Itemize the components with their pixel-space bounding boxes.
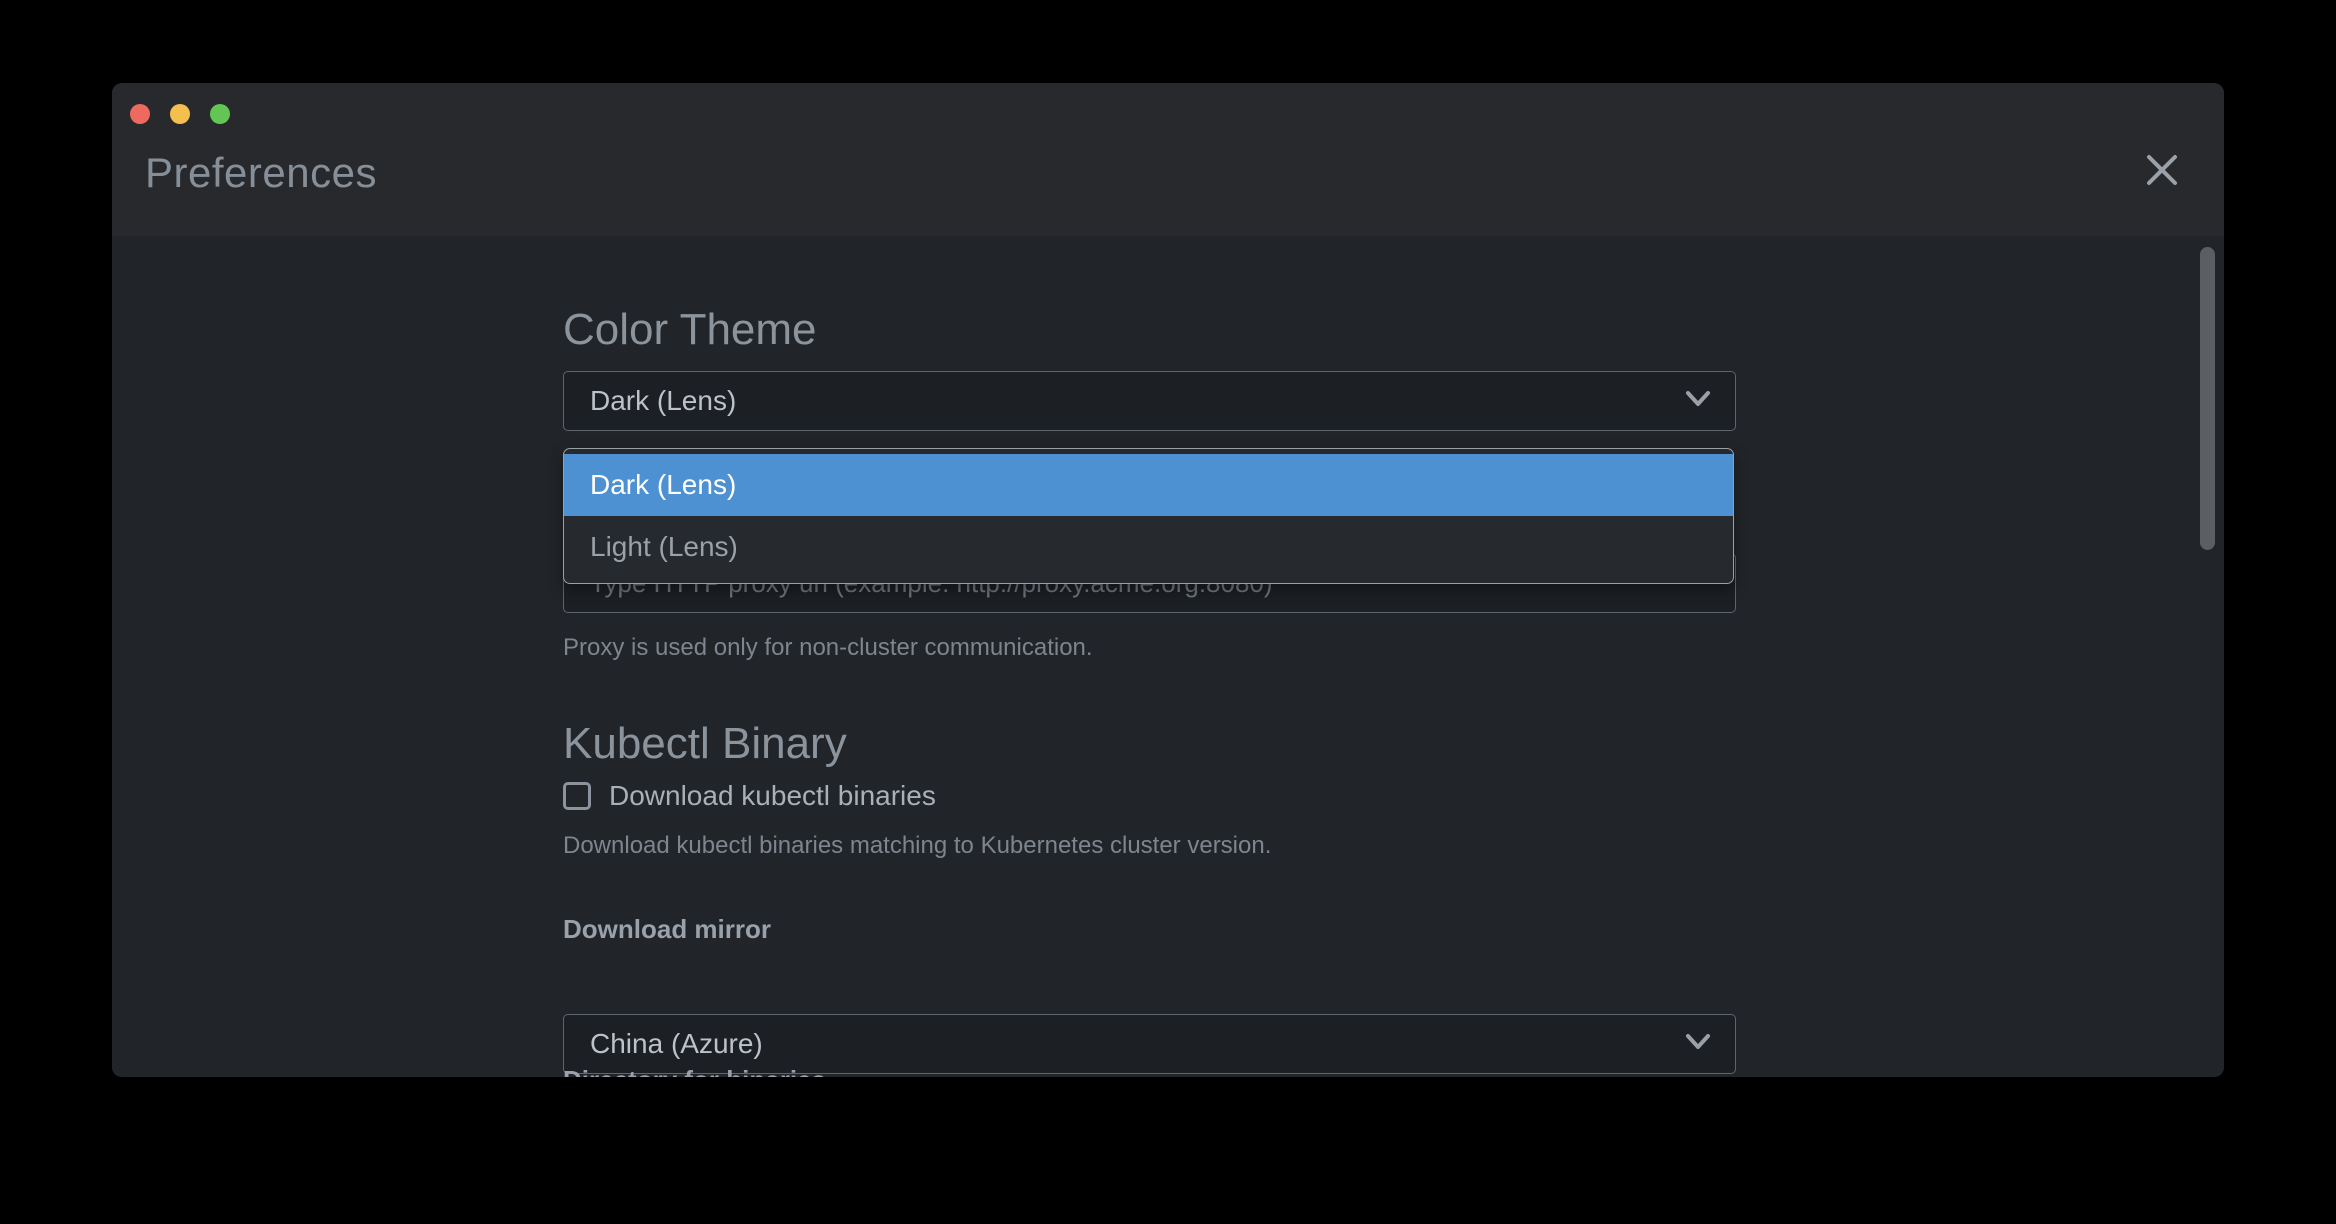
dropdown-option-label: Light (Lens): [590, 531, 738, 563]
close-icon: [2143, 151, 2181, 192]
page-title: Preferences: [145, 149, 377, 197]
chevron-down-icon: [1683, 1031, 1713, 1058]
traffic-lights: [130, 104, 230, 124]
dropdown-option-dark[interactable]: Dark (Lens): [564, 454, 1733, 516]
preferences-content: Color Theme Dark (Lens) Type HTTP proxy …: [112, 236, 2224, 1077]
titlebar: Preferences: [112, 83, 2224, 236]
download-kubectl-checkbox-row[interactable]: Download kubectl binaries: [563, 780, 1736, 812]
kubectl-heading: Kubectl Binary: [563, 719, 1736, 769]
color-theme-dropdown: Dark (Lens) Light (Lens): [563, 448, 1734, 584]
scrollbar-thumb[interactable]: [2200, 247, 2215, 550]
preferences-window: Preferences Color Theme Dark (Lens) Type…: [112, 83, 2224, 1077]
download-kubectl-hint: Download kubectl binaries matching to Ku…: [563, 832, 1736, 860]
close-button[interactable]: [2136, 145, 2188, 197]
minimize-traffic-button[interactable]: [170, 104, 190, 124]
dropdown-option-label: Dark (Lens): [590, 469, 736, 501]
color-theme-heading: Color Theme: [563, 305, 1736, 355]
color-theme-select-value: Dark (Lens): [590, 385, 736, 417]
color-theme-select[interactable]: Dark (Lens): [563, 371, 1736, 431]
checkbox-unchecked-icon[interactable]: [563, 782, 591, 810]
http-proxy-hint: Proxy is used only for non-cluster commu…: [563, 634, 1736, 662]
zoom-traffic-button[interactable]: [210, 104, 230, 124]
download-mirror-select-value: China (Azure): [590, 1028, 763, 1060]
chevron-down-icon: [1683, 388, 1713, 415]
download-mirror-label: Download mirror: [563, 914, 1736, 945]
dropdown-option-light[interactable]: Light (Lens): [564, 516, 1733, 578]
close-traffic-button[interactable]: [130, 104, 150, 124]
directory-binaries-label: Directory for binaries: [563, 1065, 1736, 1077]
download-kubectl-label: Download kubectl binaries: [609, 780, 936, 812]
